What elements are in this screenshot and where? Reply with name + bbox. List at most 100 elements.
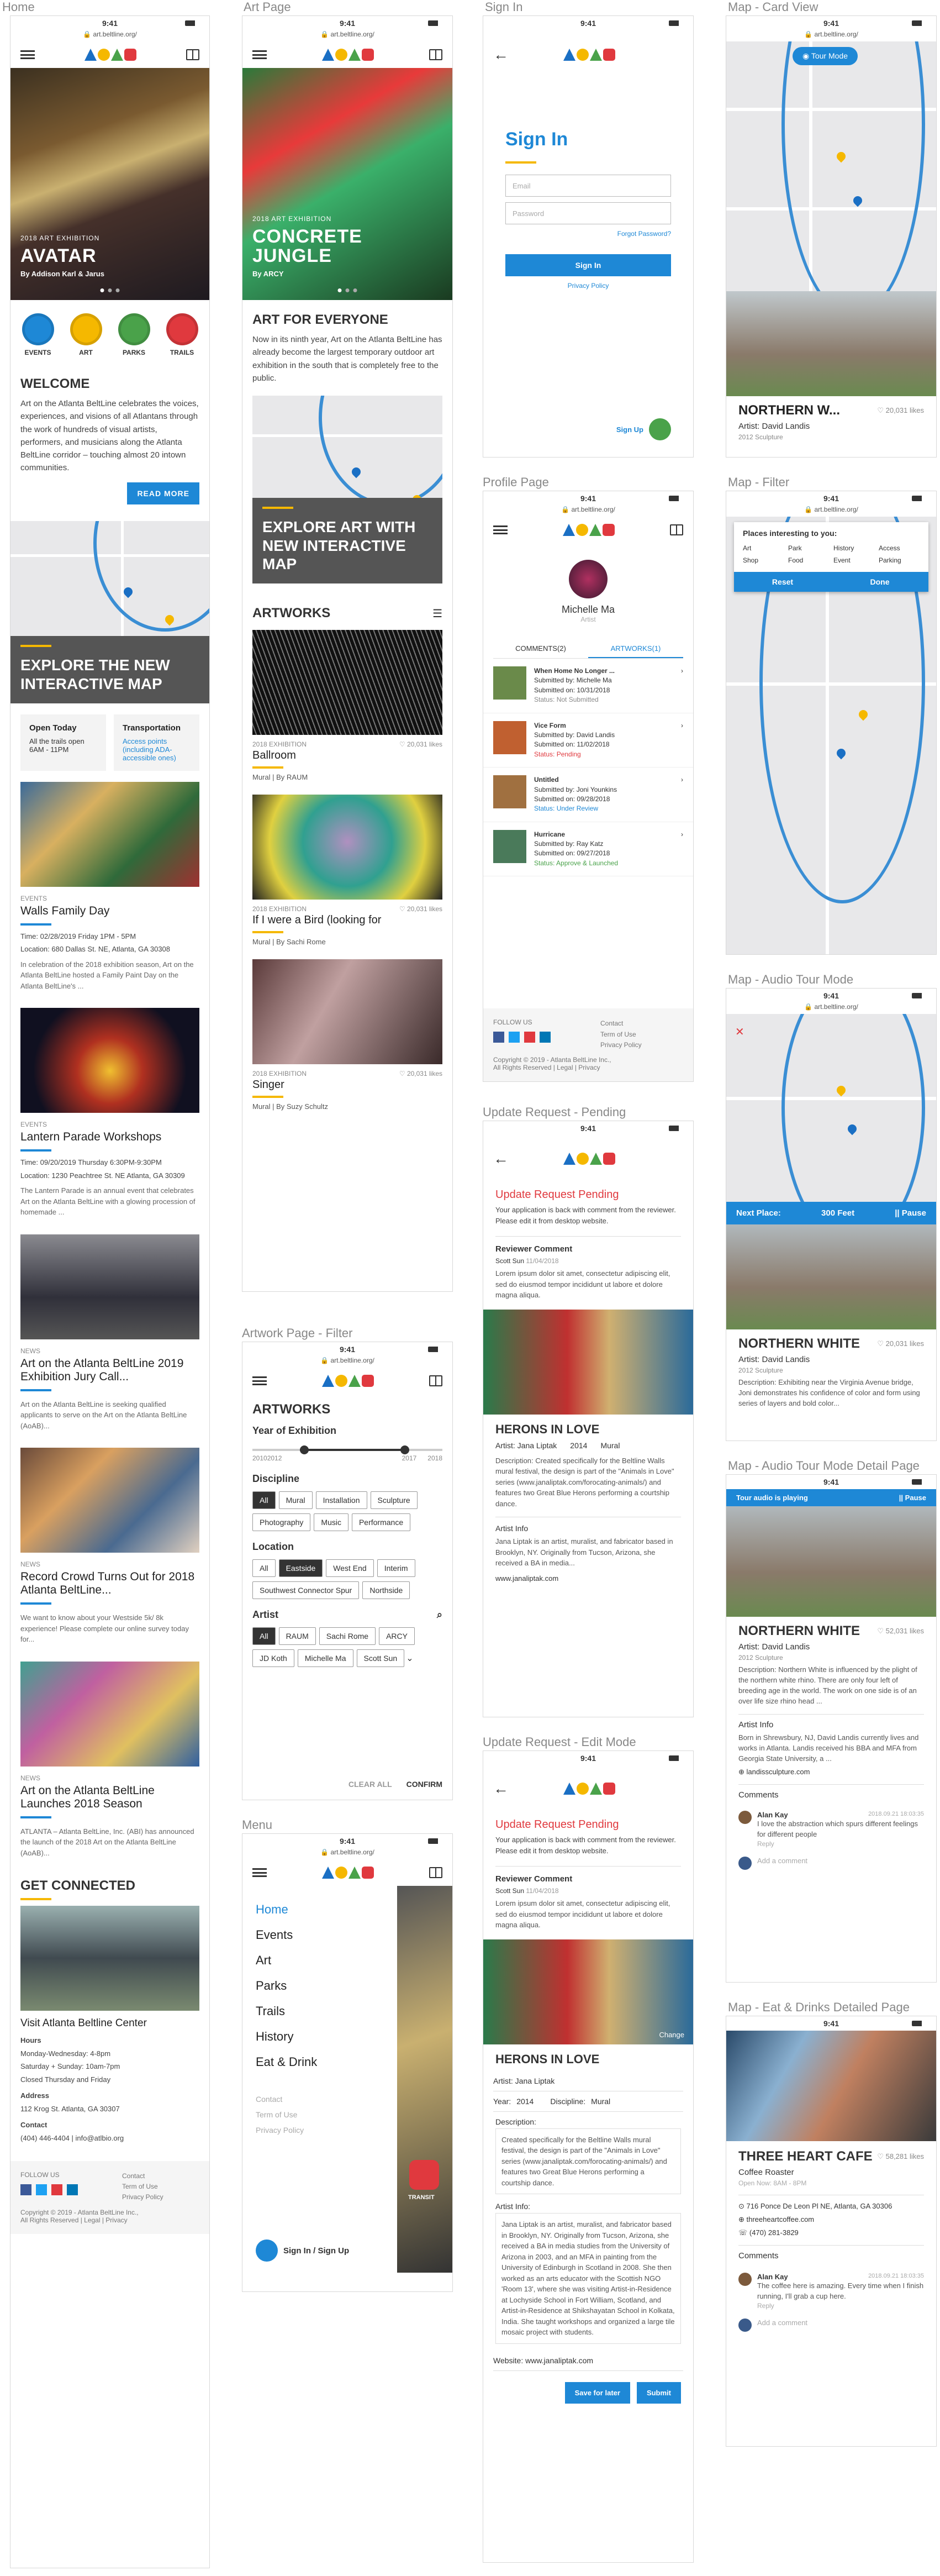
year-field[interactable]: 2014 [516, 2097, 534, 2106]
map-area[interactable]: Places interesting to you: Art Park Histor… [726, 517, 936, 954]
footer-privacy-link[interactable]: Privacy Policy [600, 1040, 683, 1050]
filter-icon[interactable]: ☰ [432, 607, 442, 621]
list-item[interactable]: EVENTS Walls Family Day Time: 02/28/2019… [10, 781, 209, 995]
chevron-right-icon[interactable]: › [681, 666, 683, 705]
address-row[interactable]: ⊙ 716 Ponce De Leon Pl NE, Atlanta, GA 3… [738, 2195, 924, 2211]
menu-terms-link[interactable]: Term of Use [256, 2107, 384, 2122]
phone-row[interactable]: ☏ (470) 281-3829 [738, 2228, 924, 2237]
map-book-icon[interactable] [429, 49, 442, 60]
description-field[interactable]: Created specifically for the Beltline Wa… [495, 2128, 681, 2194]
chip[interactable]: Scott Sun [356, 1649, 405, 1667]
facebook-icon[interactable] [20, 2184, 31, 2195]
url-bar[interactable]: 🔒 art.beltline.org/ [242, 1848, 452, 1859]
hero-carousel[interactable]: 2018 ART EXHIBITION AVATAR By Addison Ka… [10, 68, 209, 300]
menu-privacy-link[interactable]: Privacy Policy [256, 2122, 384, 2138]
add-comment-input[interactable]: Add a comment [726, 2314, 936, 2336]
url-bar[interactable]: 🔒 art.beltline.org/ [10, 30, 209, 41]
menu-item-history[interactable]: History [256, 2024, 384, 2049]
list-item[interactable]: NEWS Art on the Atlanta BeltLine Launche… [10, 1661, 209, 1862]
search-icon[interactable]: ⌕ [437, 1609, 442, 1621]
menu-icon[interactable] [252, 1868, 267, 1877]
menu-icon[interactable] [20, 50, 35, 59]
list-item[interactable]: EVENTS Lantern Parade Workshops Time: 09… [10, 1008, 209, 1221]
contact-text[interactable]: (404) 446-4404 | info@atlbio.org [10, 2132, 209, 2145]
linkedin-icon[interactable] [540, 1032, 551, 1043]
slider-handle[interactable] [300, 1445, 309, 1454]
likes-count[interactable]: ♡ 52,031 likes [877, 1627, 924, 1636]
likes-count[interactable]: ♡ 20,031 likes [399, 740, 442, 748]
chip[interactable]: Mural [278, 1491, 313, 1509]
transit-icon[interactable] [409, 2160, 439, 2190]
transportation-card[interactable]: Transportation Access points (including A… [114, 714, 199, 771]
url-bar[interactable]: 🔒 art.beltline.org/ [483, 506, 693, 517]
footer-terms-link[interactable]: Term of Use [600, 1029, 683, 1040]
chevron-right-icon[interactable]: › [681, 830, 683, 869]
close-icon[interactable]: ✕ [735, 1025, 744, 1039]
chip[interactable]: RAUM [278, 1627, 316, 1645]
filter-option[interactable]: Food [788, 556, 829, 564]
filter-option[interactable]: Parking [879, 556, 920, 564]
signup-link[interactable]: Sign Up [616, 418, 671, 440]
website-link[interactable]: ⊕ landissculpture.com [738, 1768, 924, 1776]
map-book-icon[interactable] [186, 49, 199, 60]
signin-link[interactable]: Sign In / Sign Up [256, 2239, 349, 2262]
category-events[interactable]: EVENTS [22, 313, 54, 356]
likes-count[interactable]: ♡ 20,031 likes [399, 905, 442, 913]
slider-handle[interactable] [400, 1445, 410, 1454]
chevron-down-icon[interactable]: ⌄ [406, 1654, 413, 1663]
logo[interactable] [563, 49, 615, 61]
discipline-field[interactable]: Mural [591, 2097, 610, 2106]
explore-map-banner[interactable]: EXPLORE THE NEW INTERACTIVE MAP [10, 636, 209, 703]
facebook-icon[interactable] [493, 1032, 504, 1043]
menu-item-art[interactable]: Art [256, 1948, 384, 1973]
artwork-card[interactable]: NORTHERN W... ♡ 20,031 likes Artist: Davi… [726, 291, 936, 457]
footer-privacy-link[interactable]: Privacy Policy [122, 2192, 199, 2202]
clear-all-button[interactable]: CLEAR ALL [348, 1780, 392, 1789]
reply-button[interactable]: Reply [757, 2302, 924, 2310]
filter-option[interactable]: History [833, 544, 874, 552]
list-item[interactable]: Untitled Submitted by: Joni Younkins Submi… [483, 767, 693, 822]
chip[interactable]: Sculpture [370, 1491, 418, 1509]
map-book-icon[interactable] [670, 524, 683, 535]
list-item[interactable]: 2018 EXHIBITION ♡ 20,031 likes Ballroom M… [252, 630, 442, 781]
privacy-policy-link[interactable]: Privacy Policy [483, 282, 693, 290]
list-item[interactable]: 2018 EXHIBITION ♡ 20,031 likes If I were … [252, 795, 442, 946]
list-item[interactable]: NEWS Record Crowd Turns Out for 2018 Atl… [10, 1448, 209, 1648]
password-field[interactable]: Password [505, 202, 671, 224]
chip-all[interactable]: All [252, 1491, 276, 1509]
category-parks[interactable]: PARKS [118, 313, 150, 356]
map-book-icon[interactable] [429, 1867, 442, 1878]
pause-button[interactable]: || Pause [899, 1494, 926, 1502]
chip[interactable]: Interim [377, 1559, 415, 1577]
reply-button[interactable]: Reply [757, 1840, 924, 1848]
explore-art-map-banner[interactable]: EXPLORE ART WITH NEW INTERACTIVE MAP [252, 498, 442, 583]
linkedin-icon[interactable] [67, 2184, 78, 2195]
menu-icon[interactable] [252, 1376, 267, 1385]
done-button[interactable]: Done [831, 572, 928, 592]
chip[interactable]: Performance [351, 1513, 411, 1531]
website-row[interactable]: ⊕ threeheartcoffee.com [738, 2215, 924, 2224]
tab-comments[interactable]: COMMENTS(2) [493, 640, 588, 658]
category-art[interactable]: ART [70, 313, 102, 356]
tab-artworks[interactable]: ARTWORKS(1) [588, 640, 683, 658]
likes-count[interactable]: ♡ 20,031 likes [877, 406, 924, 415]
chip[interactable]: JD Koth [252, 1649, 294, 1667]
twitter-icon[interactable] [36, 2184, 47, 2195]
chip[interactable]: Southwest Connector Spur [252, 1581, 360, 1599]
map-area[interactable]: ✕ [726, 1014, 936, 1202]
url-bar[interactable]: 🔒 art.beltline.org/ [726, 1003, 936, 1014]
chip[interactable]: ARCY [379, 1627, 415, 1645]
artist-info-field[interactable]: Jana Liptak is an artist, muralist, and … [495, 2213, 681, 2344]
filter-option[interactable]: Event [833, 556, 874, 564]
map-book-icon[interactable] [429, 1375, 442, 1386]
footer-contact-link[interactable]: Contact [600, 1018, 683, 1029]
chip-all[interactable]: All [252, 1559, 276, 1577]
tour-mode-button[interactable]: ◉ Tour Mode [793, 47, 858, 65]
carousel-dots[interactable] [337, 288, 357, 292]
list-item[interactable]: NEWS Art on the Atlanta BeltLine 2019 Ex… [10, 1234, 209, 1435]
chip[interactable]: Music [314, 1513, 348, 1531]
email-field[interactable]: Email [505, 175, 671, 197]
logo[interactable] [563, 1783, 615, 1795]
twitter-icon[interactable] [509, 1032, 520, 1043]
reset-button[interactable]: Reset [734, 572, 831, 592]
